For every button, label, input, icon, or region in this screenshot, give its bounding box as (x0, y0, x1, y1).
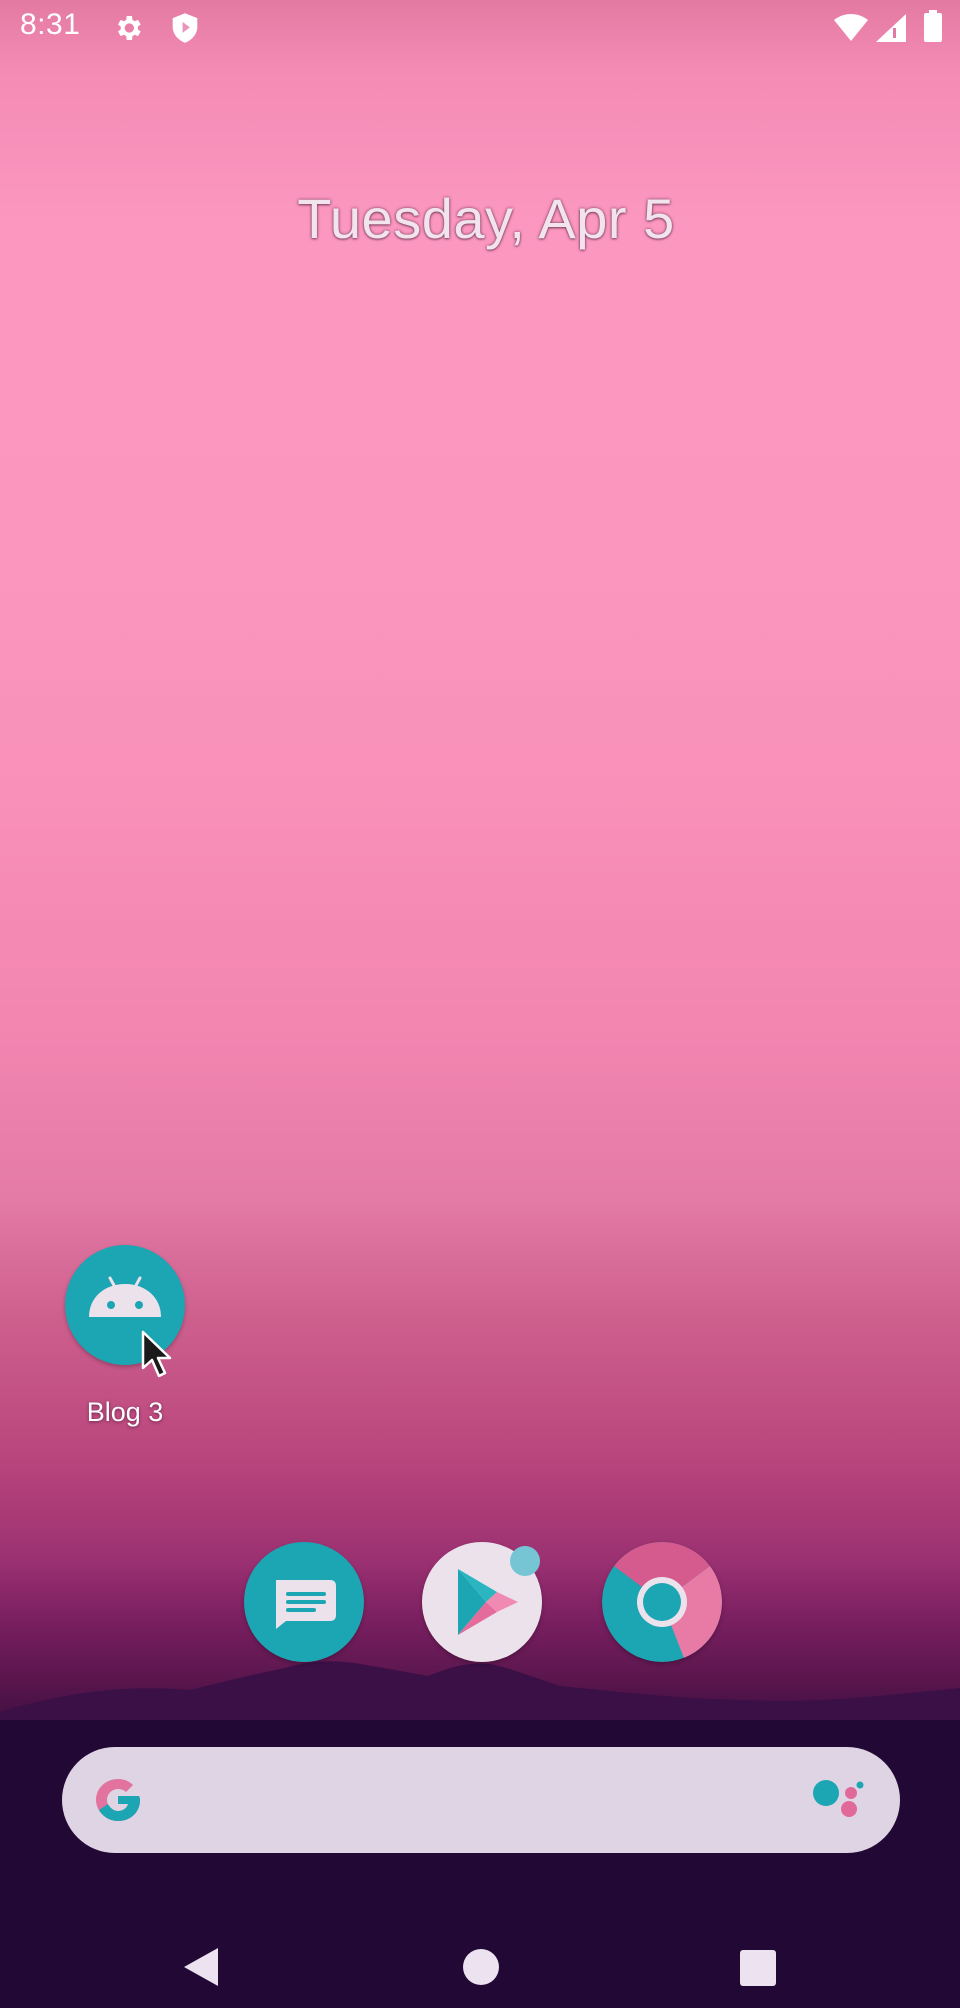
settings-icon (112, 12, 144, 49)
battery-icon (924, 10, 942, 47)
recents-icon[interactable] (740, 1950, 776, 1991)
mountain-silhouette (0, 1661, 960, 2008)
date-widget[interactable]: Tuesday, Apr 5 (0, 186, 960, 251)
chrome-icon[interactable] (602, 1542, 722, 1662)
assistant-icon[interactable] (810, 1773, 870, 1834)
app-shortcut-blog-3[interactable]: Blog 3 (54, 1240, 194, 1430)
google-g-icon[interactable] (88, 1770, 148, 1835)
cellular-signal-icon (876, 14, 906, 47)
status-time: 8:31 (20, 8, 81, 41)
home-screen: 8:31 Tuesday, Apr 5 Blog 3 (0, 0, 960, 2008)
mouse-cursor-icon (141, 1330, 173, 1387)
status-bar: 8:31 (0, 0, 960, 56)
messages-icon[interactable] (244, 1542, 364, 1662)
notification-dot (510, 1546, 540, 1576)
shield-icon (170, 12, 200, 49)
app-label: Blog 3 (86, 1397, 164, 1427)
wifi-icon (834, 14, 868, 47)
back-icon[interactable] (182, 1946, 220, 1993)
google-search-bar[interactable] (62, 1747, 900, 1853)
home-icon[interactable] (462, 1948, 500, 1991)
